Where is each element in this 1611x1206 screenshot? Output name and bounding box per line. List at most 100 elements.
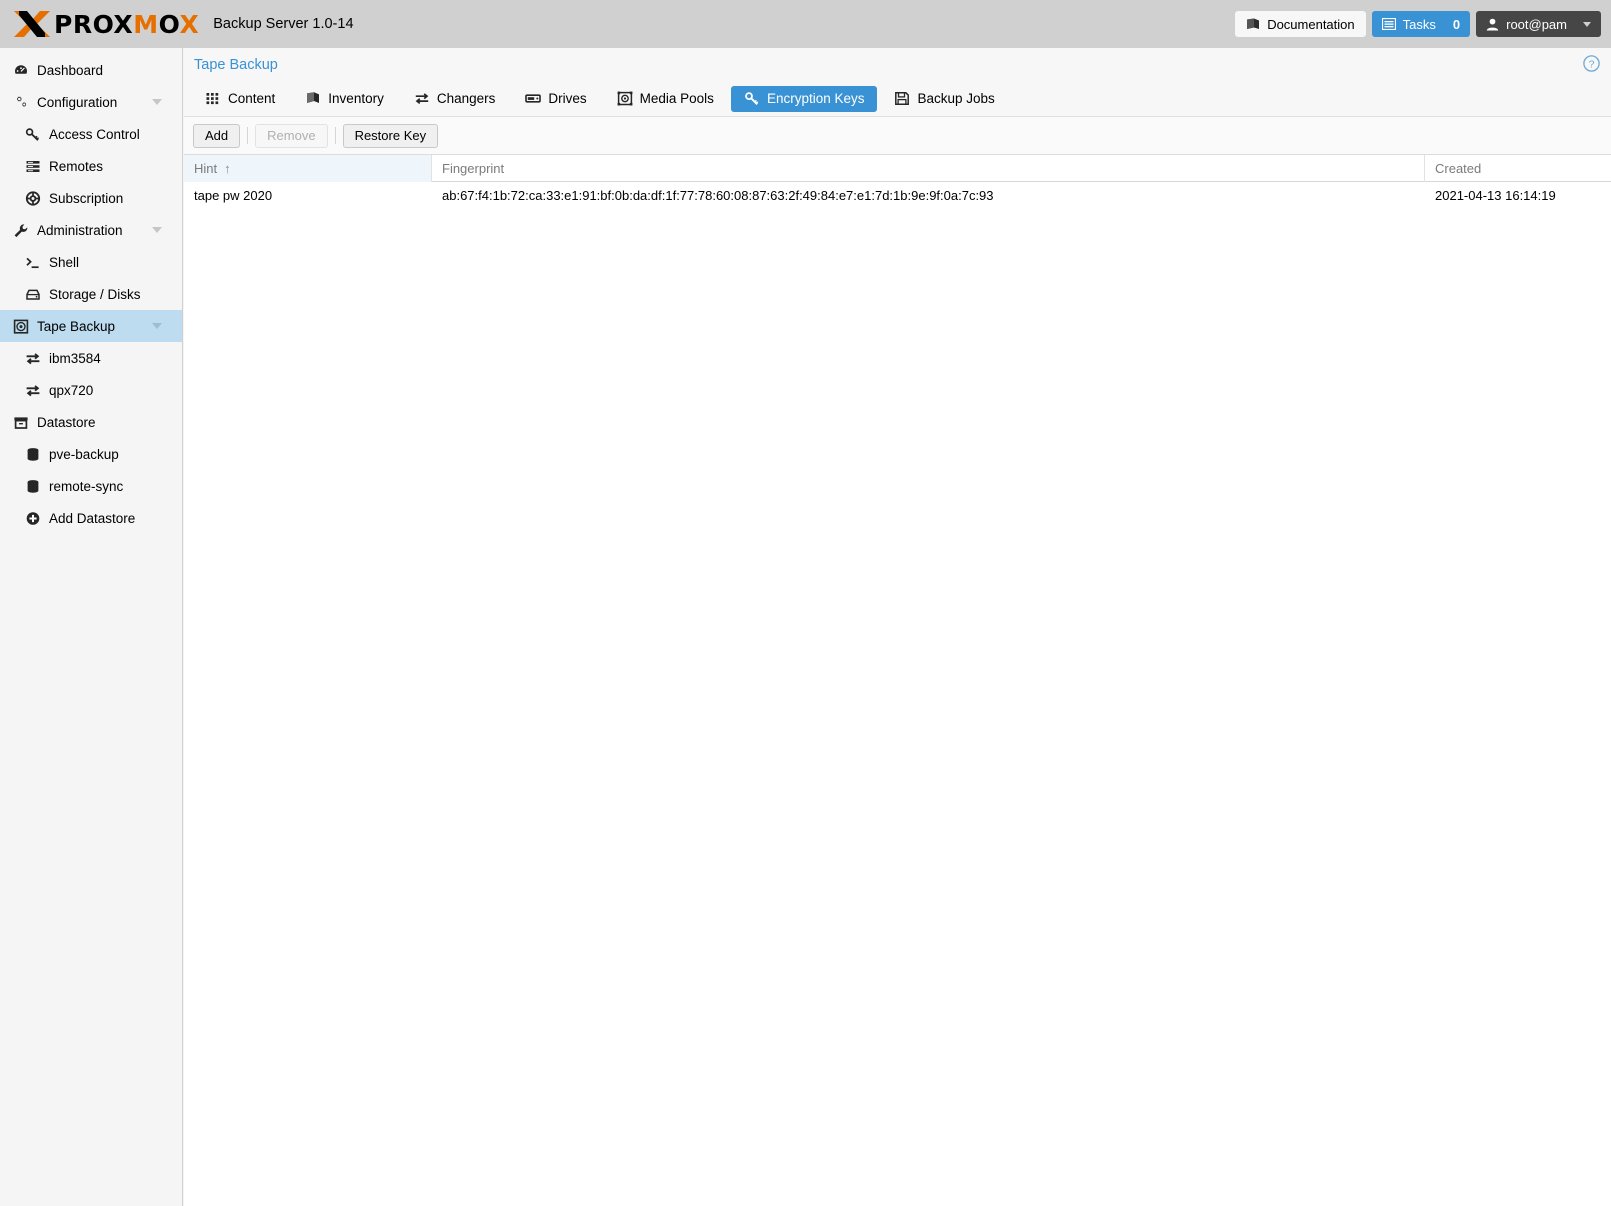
column-header-hint[interactable]: Hint ↑ [184, 155, 432, 182]
sidebar-item-storage-disks[interactable]: Storage / Disks [0, 278, 182, 310]
sidebar-item-list: Dashboard Configuration Access Control Remo… [0, 54, 182, 534]
sidebar-item-label: Configuration [37, 95, 117, 110]
collapse-chevron-icon[interactable] [152, 323, 162, 329]
tape-reel-icon [12, 318, 29, 334]
proxmox-x-icon [14, 10, 50, 38]
tasks-label: Tasks [1403, 17, 1436, 32]
tasks-count-badge: 0 [1453, 17, 1460, 32]
tape-drive-icon [525, 91, 541, 106]
sidebar-item-label: ibm3584 [49, 351, 101, 366]
sidebar-item-configuration[interactable]: Configuration [0, 86, 182, 118]
documentation-button[interactable]: Documentation [1235, 11, 1365, 37]
plus-circle-icon [24, 510, 41, 526]
sidebar-item-add-datastore[interactable]: Add Datastore [0, 502, 182, 534]
column-header-fingerprint-label: Fingerprint [442, 161, 504, 176]
documentation-label: Documentation [1267, 17, 1354, 32]
sort-ascending-icon: ↑ [224, 162, 231, 175]
key-wrench-icon [24, 126, 41, 142]
tab-changers[interactable]: Changers [401, 86, 509, 112]
sidebar-item-qpx720[interactable]: qpx720 [0, 374, 182, 406]
add-button[interactable]: Add [193, 124, 240, 148]
tab-label: Encryption Keys [767, 91, 865, 106]
tab-drives[interactable]: Drives [512, 86, 599, 112]
sidebar-item-shell[interactable]: Shell [0, 246, 182, 278]
lifebuoy-icon [24, 190, 41, 206]
tab-media-pools[interactable]: Media Pools [604, 86, 727, 112]
sidebar-item-label: Add Datastore [49, 511, 135, 526]
tab-bar: Content Inventory Changers Drives Media Pool… [184, 81, 1611, 117]
main-content-area: Tape Backup ? Content Inventory Changers Dr… [184, 48, 1611, 1206]
sidebar-item-tape-backup[interactable]: Tape Backup [0, 310, 182, 342]
sidebar-item-label: Tape Backup [37, 319, 115, 334]
sidebar-item-remote-sync[interactable]: remote-sync [0, 470, 182, 502]
sidebar-item-label: Administration [37, 223, 123, 238]
harddisk-icon [24, 286, 41, 302]
tasks-list-icon [1382, 18, 1396, 30]
sidebar-item-administration[interactable]: Administration [0, 214, 182, 246]
sidebar-item-dashboard[interactable]: Dashboard [0, 54, 182, 86]
changer-arrows-icon [24, 350, 41, 366]
collapse-chevron-icon[interactable] [152, 227, 162, 233]
top-header-actions: Documentation Tasks 0 root@pam [1235, 11, 1611, 37]
sidebar-item-ibm3584[interactable]: ibm3584 [0, 342, 182, 374]
toolbar-separator [335, 127, 336, 144]
column-header-created[interactable]: Created [1425, 155, 1610, 182]
cell-hint: tape pw 2020 [184, 182, 432, 208]
toolbar-separator [247, 127, 248, 144]
user-label: root@pam [1506, 17, 1567, 32]
grid-body: tape pw 2020ab:67:f4:1b:72:ca:33:e1:91:b… [184, 182, 1611, 208]
column-header-created-label: Created [1435, 161, 1481, 176]
proxmox-wordmark: PROXMOX [54, 12, 199, 37]
sidebar-item-label: Access Control [49, 127, 140, 142]
sidebar-item-label: Datastore [37, 415, 96, 430]
media-pool-icon [617, 91, 633, 106]
user-menu-button[interactable]: root@pam [1476, 11, 1601, 37]
restore-key-button[interactable]: Restore Key [343, 124, 439, 148]
exchange-icon [414, 91, 430, 106]
cell-created: 2021-04-13 16:14:19 [1425, 182, 1610, 208]
tab-content[interactable]: Content [192, 86, 288, 112]
tab-backup-jobs[interactable]: Backup Jobs [881, 86, 1007, 112]
tab-inventory[interactable]: Inventory [292, 86, 397, 112]
sidebar-item-label: Storage / Disks [49, 287, 141, 302]
sidebar-item-access-control[interactable]: Access Control [0, 118, 182, 150]
page-title: Tape Backup [194, 57, 278, 73]
grid-dots-icon [205, 91, 221, 106]
database-icon [24, 478, 41, 494]
proxmox-logo[interactable]: PROXMOX [0, 0, 199, 48]
tab-label: Backup Jobs [917, 91, 994, 106]
sidebar-item-pve-backup[interactable]: pve-backup [0, 438, 182, 470]
product-title: Backup Server 1.0-14 [213, 16, 353, 32]
book-icon [305, 91, 321, 106]
archive-box-icon [12, 414, 29, 430]
tab-label: Inventory [328, 91, 384, 106]
tab-label: Drives [548, 91, 586, 106]
tasks-button[interactable]: Tasks 0 [1372, 11, 1470, 37]
collapse-chevron-icon[interactable] [152, 99, 162, 105]
column-header-fingerprint[interactable]: Fingerprint [432, 155, 1425, 182]
tab-encryption-keys[interactable]: Encryption Keys [731, 86, 878, 112]
book-icon [1246, 18, 1260, 31]
grid-toolbar: Add Remove Restore Key [184, 117, 1611, 155]
cell-fingerprint: ab:67:f4:1b:72:ca:33:e1:91:bf:0b:da:df:1… [432, 182, 1425, 208]
server-stack-icon [24, 158, 41, 174]
sidebar-item-subscription[interactable]: Subscription [0, 182, 182, 214]
floppy-save-icon [894, 91, 910, 106]
top-header-bar: PROXMOX Backup Server 1.0-14 Documentati… [0, 0, 1611, 48]
sidebar-item-label: Shell [49, 255, 79, 270]
svg-text:?: ? [1589, 58, 1595, 70]
gears-icon [12, 94, 29, 110]
sidebar-item-remotes[interactable]: Remotes [0, 150, 182, 182]
terminal-prompt-icon [24, 254, 41, 270]
help-circle-icon[interactable]: ? [1583, 55, 1600, 72]
remove-button[interactable]: Remove [255, 124, 327, 148]
database-icon [24, 446, 41, 462]
content-header: Tape Backup ? [184, 48, 1611, 81]
column-header-hint-label: Hint [194, 161, 217, 176]
table-row[interactable]: tape pw 2020ab:67:f4:1b:72:ca:33:e1:91:b… [184, 182, 1611, 208]
encryption-keys-grid: Hint ↑ Fingerprint Created tape pw 2020a… [184, 155, 1611, 208]
user-avatar-icon [1486, 18, 1499, 31]
sidebar-item-datastore[interactable]: Datastore [0, 406, 182, 438]
tab-label: Media Pools [640, 91, 714, 106]
tab-label: Changers [437, 91, 496, 106]
